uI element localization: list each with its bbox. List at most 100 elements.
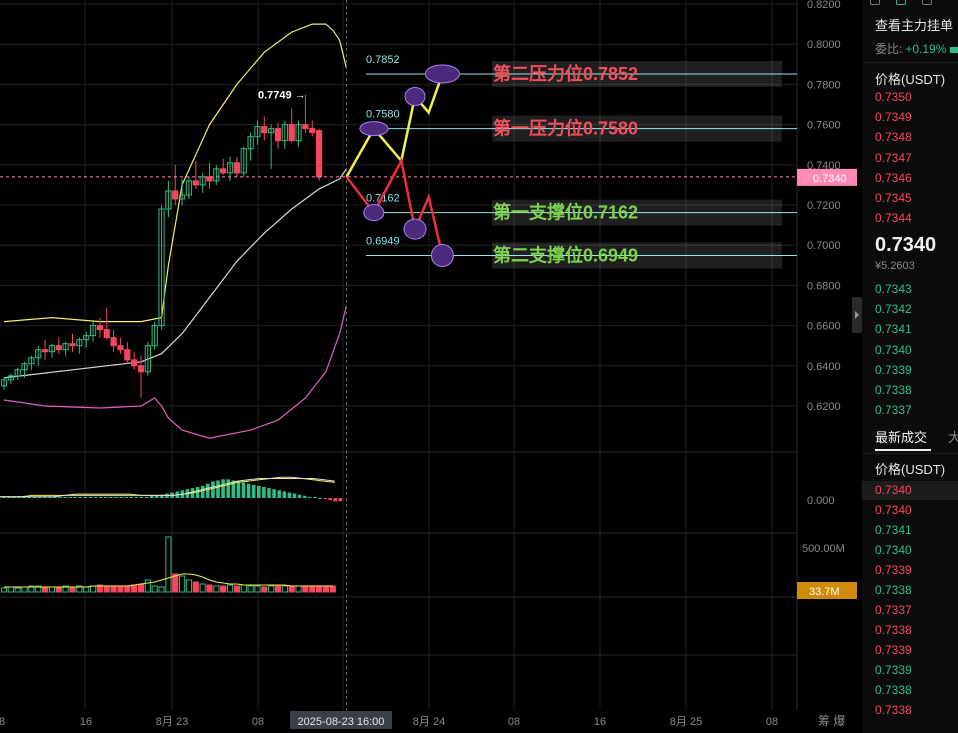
bid-price-row[interactable]: 0.7342	[875, 302, 912, 316]
bid-price-row[interactable]: 0.7340	[875, 343, 912, 357]
trade-price-row: 0.7338	[875, 683, 912, 697]
order-book-sidebar: 查看主力挂单 委比: +0.19% 价格(USDT) 0.7350 0.7349 0.…	[862, 0, 958, 733]
macd-histogram-bar	[226, 479, 230, 498]
macd-histogram-bar	[338, 498, 343, 502]
layout-icon[interactable]	[922, 0, 932, 5]
x-tick-label: 8月 24	[413, 716, 445, 728]
bid-price-row[interactable]: 0.7343	[875, 282, 912, 296]
macd-histogram-bar	[292, 493, 297, 498]
candle-body	[96, 325, 104, 331]
ask-price-row[interactable]: 0.7350	[875, 90, 912, 104]
tab-underline	[875, 449, 931, 451]
candle-body	[316, 130, 323, 178]
macd-histogram-bar	[221, 479, 225, 498]
volume-bar	[233, 585, 241, 593]
macd-histogram-bar	[277, 490, 281, 498]
macd-histogram-bar	[246, 483, 251, 498]
macd-histogram-bar	[104, 496, 108, 498]
ratio-value: +0.19%	[905, 42, 947, 56]
volume-bar	[7, 586, 14, 593]
trade-price-row: 0.7338	[875, 583, 912, 597]
y-tick-label: 0.7800	[807, 79, 841, 91]
bid-price-row[interactable]: 0.7339	[875, 363, 912, 377]
volume-bar	[240, 584, 247, 593]
projection-marker	[403, 218, 427, 240]
ask-price-row[interactable]: 0.7345	[875, 191, 912, 205]
projection-marker	[363, 204, 385, 222]
volume-bar	[226, 584, 234, 593]
trade-price-row: 0.7338	[875, 703, 912, 717]
volume-bar	[151, 585, 158, 593]
ask-price-row[interactable]: 0.7349	[875, 110, 912, 124]
price-chart[interactable]: 0.82000.80000.78000.76000.74000.72000.70…	[0, 0, 862, 733]
tab-latest-trades[interactable]: 最新成交	[875, 427, 927, 446]
order-book-title[interactable]: 查看主力挂单	[875, 15, 953, 34]
macd-histogram-bar	[88, 496, 93, 498]
candle-body	[172, 190, 179, 200]
macd-histogram-bar	[251, 484, 256, 498]
sidebar-collapse-handle[interactable]	[852, 297, 862, 333]
y-tick-label: 0.6800	[807, 280, 841, 292]
volume-bar	[213, 585, 220, 593]
macd-histogram-bar	[216, 480, 220, 498]
level-label: 第一压力位0.7580	[493, 118, 638, 139]
candle-body	[233, 162, 241, 174]
volume-bar	[83, 586, 90, 593]
trade-price-row: 0.7340	[875, 483, 912, 497]
candle-body	[117, 345, 124, 351]
level-small-label: 0.7580	[366, 109, 400, 121]
x-tick-label: 8	[0, 716, 5, 728]
bid-price-row[interactable]: 0.7338	[875, 383, 912, 397]
volume-bar	[110, 586, 117, 593]
macd-histogram-bar	[68, 496, 72, 498]
volume-bar	[220, 585, 227, 593]
ask-price-row[interactable]: 0.7344	[875, 211, 912, 225]
volume-bar	[254, 585, 261, 593]
trade-price-row: 0.7339	[875, 663, 912, 677]
macd-zero-label: 0.000	[807, 495, 835, 507]
volume-axis-label: 500.00M	[802, 543, 845, 555]
macd-histogram-bar	[323, 498, 327, 500]
bid-price-row[interactable]: 0.7337	[875, 403, 912, 417]
macd-histogram-bar	[93, 496, 98, 498]
bid-price-row[interactable]: 0.7341	[875, 322, 912, 336]
y-tick-label: 0.6600	[807, 321, 841, 333]
macd-histogram-bar	[267, 488, 271, 498]
macd-histogram-bar	[124, 496, 128, 498]
volume-bar	[0, 587, 8, 593]
layout-icon[interactable]	[870, 0, 880, 5]
volume-bar	[21, 586, 28, 593]
chart-corner-buttons[interactable]: 筹 爆	[818, 714, 845, 728]
volume-bar	[55, 586, 62, 593]
volume-bar	[329, 585, 336, 593]
level-label: 第二压力位0.7852	[493, 63, 638, 84]
volume-current-label: 33.7M	[809, 586, 840, 598]
sidebar-layout-icons[interactable]	[870, 0, 958, 6]
volume-ma-line	[4, 573, 333, 588]
ratio-label: 委比:	[875, 42, 903, 56]
macd-histogram-bar	[297, 494, 302, 498]
macd-histogram-bar	[129, 496, 134, 498]
volume-bar	[179, 575, 186, 593]
volume-bar	[48, 586, 56, 593]
ask-price-row[interactable]: 0.7347	[875, 151, 912, 165]
volume-bar	[158, 586, 165, 593]
macd-histogram-bar	[333, 498, 338, 502]
candle-body	[261, 126, 268, 134]
candle-body	[309, 128, 316, 134]
x-tick-label: 8月 23	[156, 716, 188, 728]
layout-icon[interactable]	[896, 0, 906, 5]
ask-price-row[interactable]: 0.7348	[875, 130, 912, 144]
y-tick-label: 0.7000	[807, 240, 841, 252]
current-price-tag: 0.7340	[813, 173, 847, 185]
macd-histogram-bar	[241, 482, 246, 498]
macd-histogram-bar	[155, 495, 159, 498]
volume-bar	[144, 579, 151, 593]
ask-price-row[interactable]: 0.7346	[875, 171, 912, 185]
macd-histogram-bar	[302, 495, 307, 498]
tab-large-trades[interactable]: 大	[948, 427, 958, 446]
volume-bar	[309, 585, 316, 593]
projection-marker	[404, 86, 426, 106]
level-label: 第二支撑位0.6949	[493, 244, 638, 265]
macd-histogram-bar	[257, 485, 261, 498]
